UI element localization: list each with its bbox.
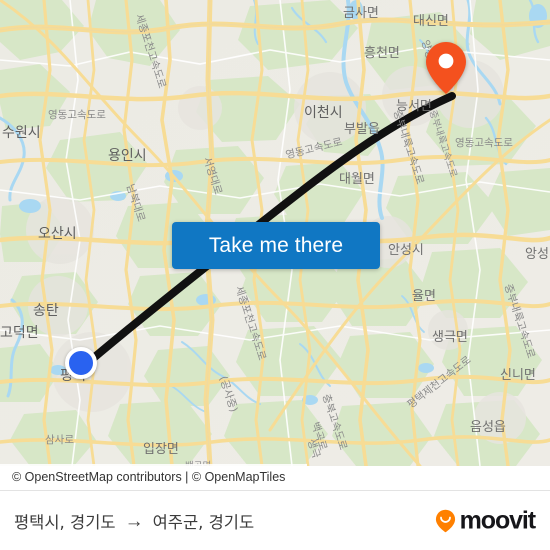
attribution-text[interactable]: © OpenStreetMap contributors | © OpenMap… [12,470,285,484]
arrow-icon: → [124,510,144,532]
destination-label: 여주군, 경기도 [152,513,255,532]
origin-label: 평택시, 경기도 [14,513,116,532]
destination-marker[interactable] [425,41,467,95]
moovit-pin-icon [435,509,455,533]
origin-marker[interactable] [65,347,97,379]
route-summary: 평택시, 경기도 → 여주군, 경기도 [14,509,254,533]
take-me-there-button[interactable]: Take me there [172,222,380,269]
map-canvas[interactable]: 금사면대신면흥천면세종포천고속도로영동고속도로수원시용인시이천시부발읍능서면양성… [0,0,550,466]
moovit-route-map-card: 금사면대신면흥천면세종포천고속도로영동고속도로수원시용인시이천시부발읍능서면양성… [0,0,550,550]
moovit-logo[interactable]: moovit [433,506,536,536]
footer-bar: 평택시, 경기도 → 여주군, 경기도 moovit [0,490,550,550]
moovit-wordmark: moovit [459,506,536,535]
map-attribution: © OpenStreetMap contributors | © OpenMap… [0,464,307,490]
